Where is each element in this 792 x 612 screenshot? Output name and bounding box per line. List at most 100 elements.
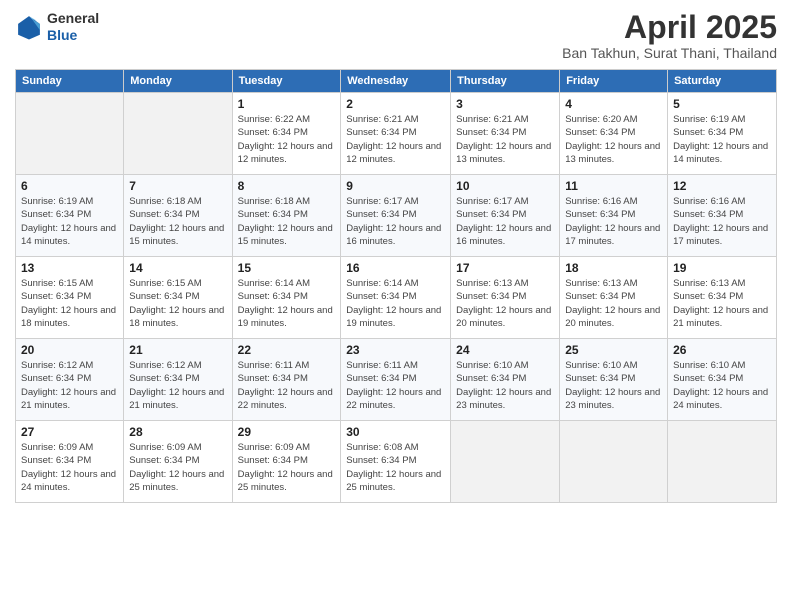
day-info: Sunrise: 6:16 AMSunset: 6:34 PMDaylight:… [565, 195, 662, 248]
day-info: Sunrise: 6:13 AMSunset: 6:34 PMDaylight:… [456, 277, 554, 330]
day-number: 16 [346, 261, 445, 275]
calendar-cell: 13 Sunrise: 6:15 AMSunset: 6:34 PMDayligh… [16, 257, 124, 339]
calendar-cell: 8 Sunrise: 6:18 AMSunset: 6:34 PMDaylight… [232, 175, 341, 257]
day-number: 28 [129, 425, 226, 439]
day-info: Sunrise: 6:10 AMSunset: 6:34 PMDaylight:… [565, 359, 662, 412]
calendar-header-row: Sunday Monday Tuesday Wednesday Thursday… [16, 70, 777, 93]
col-monday: Monday [124, 70, 232, 93]
day-info: Sunrise: 6:15 AMSunset: 6:34 PMDaylight:… [129, 277, 226, 330]
calendar-cell: 21 Sunrise: 6:12 AMSunset: 6:34 PMDayligh… [124, 339, 232, 421]
day-number: 14 [129, 261, 226, 275]
header: General Blue April 2025 Ban Takhun, Sura… [15, 10, 777, 61]
col-tuesday: Tuesday [232, 70, 341, 93]
day-info: Sunrise: 6:13 AMSunset: 6:34 PMDaylight:… [565, 277, 662, 330]
logo-blue-text: Blue [47, 27, 99, 44]
calendar-cell [668, 421, 777, 503]
day-info: Sunrise: 6:21 AMSunset: 6:34 PMDaylight:… [346, 113, 445, 166]
day-info: Sunrise: 6:09 AMSunset: 6:34 PMDaylight:… [21, 441, 118, 494]
day-info: Sunrise: 6:13 AMSunset: 6:34 PMDaylight:… [673, 277, 771, 330]
main-title: April 2025 [562, 10, 777, 45]
calendar-cell: 4 Sunrise: 6:20 AMSunset: 6:34 PMDaylight… [560, 93, 668, 175]
calendar-cell: 5 Sunrise: 6:19 AMSunset: 6:34 PMDaylight… [668, 93, 777, 175]
page: General Blue April 2025 Ban Takhun, Sura… [0, 0, 792, 612]
day-number: 2 [346, 97, 445, 111]
day-info: Sunrise: 6:22 AMSunset: 6:34 PMDaylight:… [238, 113, 336, 166]
calendar-cell: 26 Sunrise: 6:10 AMSunset: 6:34 PMDayligh… [668, 339, 777, 421]
day-number: 10 [456, 179, 554, 193]
calendar-cell: 15 Sunrise: 6:14 AMSunset: 6:34 PMDayligh… [232, 257, 341, 339]
calendar-cell: 2 Sunrise: 6:21 AMSunset: 6:34 PMDaylight… [341, 93, 451, 175]
day-info: Sunrise: 6:08 AMSunset: 6:34 PMDaylight:… [346, 441, 445, 494]
col-saturday: Saturday [668, 70, 777, 93]
day-info: Sunrise: 6:12 AMSunset: 6:34 PMDaylight:… [21, 359, 118, 412]
calendar-cell: 20 Sunrise: 6:12 AMSunset: 6:34 PMDayligh… [16, 339, 124, 421]
calendar-cell: 6 Sunrise: 6:19 AMSunset: 6:34 PMDaylight… [16, 175, 124, 257]
title-section: April 2025 Ban Takhun, Surat Thani, Thai… [562, 10, 777, 61]
calendar-week-1: 6 Sunrise: 6:19 AMSunset: 6:34 PMDaylight… [16, 175, 777, 257]
day-number: 15 [238, 261, 336, 275]
day-info: Sunrise: 6:19 AMSunset: 6:34 PMDaylight:… [673, 113, 771, 166]
calendar-cell: 18 Sunrise: 6:13 AMSunset: 6:34 PMDayligh… [560, 257, 668, 339]
calendar-cell: 22Sunrise: 6:11 AMSunset: 6:34 PMDayligh… [232, 339, 341, 421]
calendar-week-2: 13 Sunrise: 6:15 AMSunset: 6:34 PMDayligh… [16, 257, 777, 339]
calendar-cell: 1Sunrise: 6:22 AMSunset: 6:34 PMDaylight… [232, 93, 341, 175]
calendar-cell: 9Sunrise: 6:17 AMSunset: 6:34 PMDaylight… [341, 175, 451, 257]
calendar-cell: 23 Sunrise: 6:11 AMSunset: 6:34 PMDayligh… [341, 339, 451, 421]
day-number: 19 [673, 261, 771, 275]
day-number: 29 [238, 425, 336, 439]
calendar-cell [451, 421, 560, 503]
day-info: Sunrise: 6:14 AMSunset: 6:34 PMDaylight:… [346, 277, 445, 330]
logo-general-text: General [47, 10, 99, 27]
day-info: Sunrise: 6:17 AMSunset: 6:34 PMDaylight:… [456, 195, 554, 248]
day-number: 13 [21, 261, 118, 275]
day-number: 17 [456, 261, 554, 275]
day-number: 24 [456, 343, 554, 357]
day-info: Sunrise: 6:11 AMSunset: 6:34 PMDaylight:… [346, 359, 445, 412]
day-number: 6 [21, 179, 118, 193]
day-number: 26 [673, 343, 771, 357]
calendar-week-0: 1Sunrise: 6:22 AMSunset: 6:34 PMDaylight… [16, 93, 777, 175]
day-number: 3 [456, 97, 554, 111]
day-info: Sunrise: 6:15 AMSunset: 6:34 PMDaylight:… [21, 277, 118, 330]
calendar-cell: 28 Sunrise: 6:09 AMSunset: 6:34 PMDayligh… [124, 421, 232, 503]
calendar-cell: 10 Sunrise: 6:17 AMSunset: 6:34 PMDayligh… [451, 175, 560, 257]
day-number: 18 [565, 261, 662, 275]
calendar-table: Sunday Monday Tuesday Wednesday Thursday… [15, 69, 777, 503]
day-info: Sunrise: 6:11 AMSunset: 6:34 PMDaylight:… [238, 359, 336, 412]
day-number: 20 [21, 343, 118, 357]
calendar-cell: 14 Sunrise: 6:15 AMSunset: 6:34 PMDayligh… [124, 257, 232, 339]
col-friday: Friday [560, 70, 668, 93]
col-sunday: Sunday [16, 70, 124, 93]
day-number: 21 [129, 343, 226, 357]
day-number: 27 [21, 425, 118, 439]
logo: General Blue [15, 10, 99, 44]
calendar-cell [560, 421, 668, 503]
day-info: Sunrise: 6:09 AMSunset: 6:34 PMDaylight:… [238, 441, 336, 494]
calendar-cell: 7Sunrise: 6:18 AMSunset: 6:34 PMDaylight… [124, 175, 232, 257]
calendar-week-4: 27 Sunrise: 6:09 AMSunset: 6:34 PMDayligh… [16, 421, 777, 503]
col-wednesday: Wednesday [341, 70, 451, 93]
day-number: 12 [673, 179, 771, 193]
calendar-cell: 27 Sunrise: 6:09 AMSunset: 6:34 PMDayligh… [16, 421, 124, 503]
day-info: Sunrise: 6:20 AMSunset: 6:34 PMDaylight:… [565, 113, 662, 166]
day-number: 23 [346, 343, 445, 357]
sub-title: Ban Takhun, Surat Thani, Thailand [562, 45, 777, 61]
day-info: Sunrise: 6:16 AMSunset: 6:34 PMDaylight:… [673, 195, 771, 248]
calendar-cell: 29 Sunrise: 6:09 AMSunset: 6:34 PMDayligh… [232, 421, 341, 503]
calendar-cell: 24 Sunrise: 6:10 AMSunset: 6:34 PMDayligh… [451, 339, 560, 421]
day-info: Sunrise: 6:09 AMSunset: 6:34 PMDaylight:… [129, 441, 226, 494]
calendar-cell: 3Sunrise: 6:21 AMSunset: 6:34 PMDaylight… [451, 93, 560, 175]
day-info: Sunrise: 6:18 AMSunset: 6:34 PMDaylight:… [238, 195, 336, 248]
day-info: Sunrise: 6:14 AMSunset: 6:34 PMDaylight:… [238, 277, 336, 330]
day-number: 30 [346, 425, 445, 439]
day-number: 5 [673, 97, 771, 111]
day-info: Sunrise: 6:19 AMSunset: 6:34 PMDaylight:… [21, 195, 118, 248]
day-info: Sunrise: 6:10 AMSunset: 6:34 PMDaylight:… [673, 359, 771, 412]
day-info: Sunrise: 6:10 AMSunset: 6:34 PMDaylight:… [456, 359, 554, 412]
day-number: 8 [238, 179, 336, 193]
day-info: Sunrise: 6:12 AMSunset: 6:34 PMDaylight:… [129, 359, 226, 412]
calendar-cell: 12 Sunrise: 6:16 AMSunset: 6:34 PMDayligh… [668, 175, 777, 257]
calendar-cell: 30 Sunrise: 6:08 AMSunset: 6:34 PMDayligh… [341, 421, 451, 503]
calendar-cell [16, 93, 124, 175]
day-number: 4 [565, 97, 662, 111]
